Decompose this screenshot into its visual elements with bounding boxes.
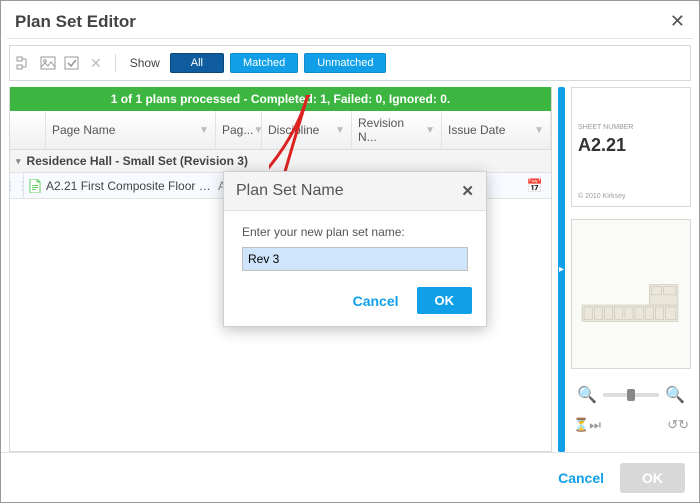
- col-page-name[interactable]: Page Name▼: [46, 111, 216, 149]
- tree-icon[interactable]: [15, 54, 33, 72]
- col-issue-date[interactable]: Issue Date▼: [442, 111, 551, 149]
- dialog-cancel-button[interactable]: Cancel: [347, 292, 405, 310]
- preview-pane: SHEET NUMBER A2.21 © 2010 Kirksey 🔍 🔍 ⏳: [571, 87, 691, 452]
- chevron-down-icon: ▾: [16, 156, 21, 167]
- window-title: Plan Set Editor: [15, 12, 136, 32]
- pane-splitter[interactable]: ▸: [558, 87, 565, 452]
- filter-icon[interactable]: ▼: [335, 125, 345, 136]
- filter-icon[interactable]: ▼: [534, 125, 544, 136]
- zoom-slider[interactable]: [603, 393, 659, 397]
- skip-icon[interactable]: ⏭: [589, 417, 601, 433]
- timer-icon[interactable]: ⏳: [573, 417, 589, 433]
- editor-footer: Cancel OK: [1, 452, 699, 502]
- copyright-text: © 2010 Kirksey: [578, 193, 626, 200]
- filter-icon[interactable]: ▼: [425, 125, 435, 136]
- show-label: Show: [130, 56, 160, 70]
- filter-unmatched[interactable]: Unmatched: [304, 53, 386, 73]
- dialog-prompt: Enter your new plan set name:: [242, 225, 468, 239]
- dialog-ok-button[interactable]: OK: [417, 287, 473, 314]
- drag-handle-icon[interactable]: ⋮⋮: [10, 173, 24, 198]
- col-discipline[interactable]: Discipline▼: [262, 111, 352, 149]
- col-page-label[interactable]: Pag...▼: [216, 111, 262, 149]
- table-header: Page Name▼ Pag...▼ Discipline▼ Revision …: [10, 111, 551, 150]
- document-icon: [24, 179, 46, 193]
- sheet-number-label: SHEET NUMBER: [578, 124, 684, 131]
- cancel-button[interactable]: Cancel: [552, 469, 610, 487]
- dialog-close-icon[interactable]: ✕: [461, 182, 474, 200]
- filter-all[interactable]: All: [170, 53, 224, 73]
- col-revision[interactable]: Revision N...▼: [352, 111, 442, 149]
- checkbox-icon[interactable]: [63, 54, 81, 72]
- dialog-title: Plan Set Name: [236, 182, 344, 200]
- toolbar: ✕ Show All Matched Unmatched: [9, 45, 691, 81]
- zoom-in-icon[interactable]: 🔍: [665, 385, 685, 405]
- sheet-number: A2.21: [578, 135, 684, 156]
- ok-button[interactable]: OK: [620, 463, 685, 493]
- undo-icon[interactable]: ↺: [667, 417, 678, 433]
- filter-icon[interactable]: ▼: [199, 125, 209, 136]
- image-icon[interactable]: [39, 54, 57, 72]
- redo-icon[interactable]: ↻: [678, 417, 689, 433]
- plan-set-name-input[interactable]: [242, 247, 468, 271]
- close-icon[interactable]: ✕: [670, 11, 685, 32]
- zoom-out-icon[interactable]: 🔍: [577, 385, 597, 405]
- plan-thumbnail[interactable]: [571, 219, 691, 369]
- zoom-control: 🔍 🔍: [571, 385, 691, 405]
- group-title: Residence Hall - Small Set (Revision 3): [27, 154, 248, 168]
- status-bar: 1 of 1 plans processed - Completed: 1, F…: [10, 87, 551, 111]
- group-row[interactable]: ▾ Residence Hall - Small Set (Revision 3…: [10, 150, 551, 173]
- sheet-thumbnail[interactable]: SHEET NUMBER A2.21 © 2010 Kirksey: [571, 87, 691, 207]
- cell-page-name: A2.21 First Composite Floor Pla: [46, 179, 216, 193]
- filter-matched[interactable]: Matched: [230, 53, 298, 73]
- clear-icon[interactable]: ✕: [87, 55, 105, 72]
- splitter-handle-icon: ▸: [559, 264, 564, 275]
- plan-set-name-dialog: Plan Set Name ✕ Enter your new plan set …: [223, 171, 487, 327]
